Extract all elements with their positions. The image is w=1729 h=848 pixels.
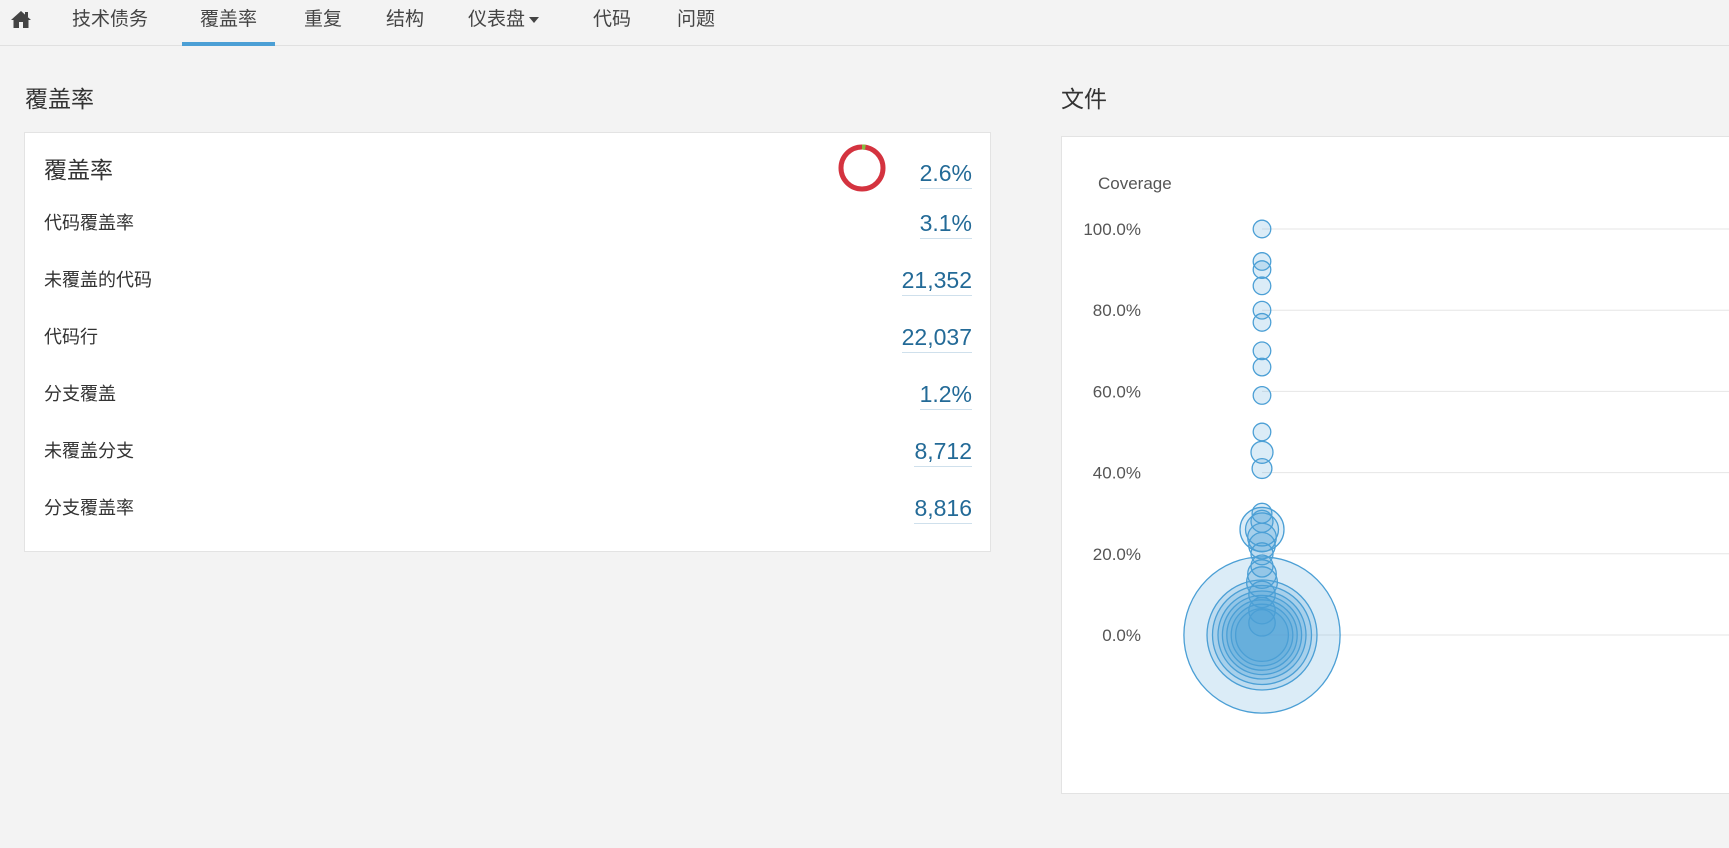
metric-label: 代码行: [44, 327, 98, 347]
tab-dashboards-label: 仪表盘: [468, 9, 526, 30]
metric-value[interactable]: 22,037: [901, 324, 972, 353]
file-bubble[interactable]: [1250, 542, 1274, 566]
donut-uncovered: [838, 144, 886, 192]
files-bubble-chart: Coverage 0.0% 20.0% 40.0% 60.0% 80.0% 100.0%: [1061, 136, 1729, 794]
file-bubble[interactable]: [1252, 422, 1272, 442]
file-bubble[interactable]: [1251, 457, 1273, 480]
file-bubble[interactable]: [1252, 219, 1272, 239]
metric-row: 分支覆盖率 8,816: [44, 488, 972, 528]
coverage-donut: [838, 144, 886, 192]
home-button[interactable]: [10, 0, 32, 46]
tab-coverage[interactable]: 覆盖率: [181, 0, 276, 46]
file-bubble[interactable]: [1248, 580, 1276, 609]
bubble-chart-svg: Coverage 0.0% 20.0% 40.0% 60.0% 80.0% 100.0%: [1083, 174, 1729, 714]
metric-value[interactable]: 8,816: [914, 495, 972, 524]
metric-value[interactable]: 8,712: [914, 438, 972, 467]
y-tick-label: 100.0%: [1083, 220, 1141, 239]
metric-label: 未覆盖分支: [44, 441, 134, 461]
top-nav: 技术债务 覆盖率 重复 结构 仪表盘 代码 问题: [0, 0, 1729, 46]
file-bubble[interactable]: [1252, 276, 1272, 296]
metric-label: 覆盖率: [44, 157, 113, 183]
section-title-files: 文件: [1061, 86, 1107, 112]
tab-dashboards[interactable]: 仪表盘: [468, 0, 540, 46]
coverage-card: 覆盖率 2.6% 代码覆盖率 3.1% 未覆盖的代码 21,352 代码行 22,03…: [24, 132, 991, 552]
metric-row: 覆盖率 2.6%: [44, 144, 972, 193]
metric-value[interactable]: 3.1%: [919, 210, 972, 239]
metric-label: 代码覆盖率: [44, 213, 134, 233]
y-tick-label: 0.0%: [1102, 626, 1141, 645]
metric-value[interactable]: 21,352: [901, 267, 972, 296]
file-bubble[interactable]: [1252, 357, 1272, 377]
metric-label: 未覆盖的代码: [44, 270, 152, 290]
home-icon: [11, 11, 31, 28]
y-axis-title: Coverage: [1098, 174, 1172, 193]
metric-row: 未覆盖分支 8,712: [44, 431, 972, 471]
metric-value[interactable]: 2.6%: [919, 160, 972, 189]
y-tick-label: 60.0%: [1093, 382, 1141, 401]
tab-duplications[interactable]: 重复: [304, 0, 342, 46]
tab-issues[interactable]: 问题: [677, 0, 715, 46]
y-tick-label: 40.0%: [1093, 464, 1141, 483]
metric-row: 未覆盖的代码 21,352: [44, 260, 972, 300]
tab-tech-debt[interactable]: 技术债务: [72, 0, 148, 46]
metric-value[interactable]: 1.2%: [919, 381, 972, 410]
metric-row: 代码行 22,037: [44, 317, 972, 357]
y-tick-label: 80.0%: [1093, 301, 1141, 320]
metric-label: 分支覆盖率: [44, 498, 134, 518]
metric-row: 分支覆盖 1.2%: [44, 374, 972, 414]
file-bubble[interactable]: [1252, 341, 1272, 361]
section-title-coverage: 覆盖率: [25, 86, 94, 112]
file-bubble[interactable]: [1252, 300, 1272, 320]
tab-code[interactable]: 代码: [593, 0, 631, 46]
tab-structure[interactable]: 结构: [386, 0, 424, 46]
y-tick-label: 20.0%: [1093, 545, 1141, 564]
file-bubble[interactable]: [1252, 252, 1272, 271]
file-bubble[interactable]: [1251, 502, 1273, 524]
metric-row: 代码覆盖率 3.1%: [44, 203, 972, 243]
file-bubble[interactable]: [1252, 386, 1272, 405]
metric-label: 分支覆盖: [44, 384, 116, 404]
caret-down-icon: [529, 16, 540, 23]
